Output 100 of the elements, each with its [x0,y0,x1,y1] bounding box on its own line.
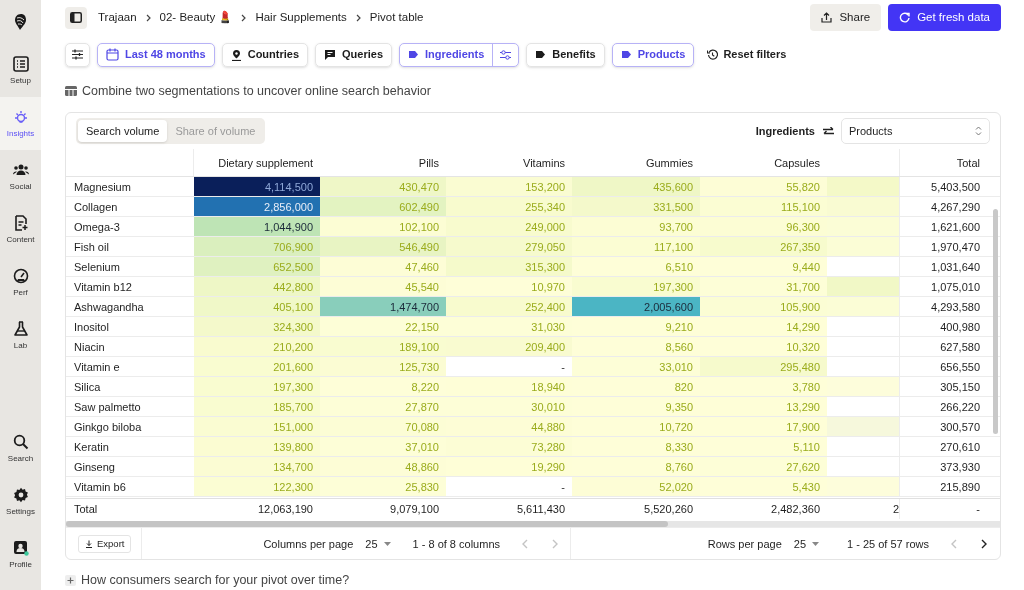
filter-chip[interactable]: Countries [221,42,309,67]
table-cell: 9,210 [572,317,700,337]
column-header[interactable]: Pills [320,154,446,171]
table-cell: 706,900 [194,237,320,257]
table-cell: 27,870 [320,397,446,417]
total-cell-text: 2,482,360 [770,502,821,517]
table-cell: 5,430 [700,477,827,497]
filter-chip[interactable]: Products [611,42,695,67]
table-cell: 10,720 [572,417,700,437]
table-cell: 315,300 [446,257,572,277]
table-cell: 30,010 [446,397,572,417]
table-cell: 6,510 [572,257,700,277]
table-cell: 14,290 [700,317,827,337]
nav-item[interactable]: Content [0,203,41,256]
filter-settings-button[interactable] [65,42,90,67]
total-cell-text: 2 [891,502,899,517]
table-cell: 151,000 [194,417,320,437]
rows-per-page-select[interactable]: 25 [793,535,820,552]
row-header: Magnesium [73,179,132,195]
row-header: Collagen [73,199,119,215]
panel-icon [70,12,82,24]
table-cell: 189,100 [320,337,446,357]
row-header: Keratin [73,439,110,455]
table-icon [65,85,77,96]
dropdown-icon [383,541,391,546]
table-cell: 52,020 [572,477,700,497]
refresh-data-button[interactable]: Get fresh data [888,4,1001,32]
column-header[interactable]: Total [956,154,980,171]
table-cell: 373,930 [899,457,991,477]
nav-item[interactable]: Insights [0,97,41,150]
table-cell: 73,280 [446,437,572,457]
nav-item[interactable]: Profile [0,528,41,581]
total-cell: - [899,499,991,520]
nav-item[interactable]: Social [0,150,41,203]
table-cell: 546,490 [320,237,446,257]
table-cell: 279,050 [446,237,572,257]
breadcrumb-link[interactable]: 02- Beauty 💄 [159,9,233,27]
share-button[interactable]: Share [810,4,882,32]
row-header: Vitamin b12 [73,279,133,295]
table-cell: 266,220 [899,397,991,417]
column-header[interactable]: Capsules [700,154,827,171]
filter-chip[interactable]: Queries [315,42,392,67]
breadcrumb-link[interactable]: Pivot table [369,9,424,27]
nav-item[interactable]: Perf [0,256,41,309]
chevron-left-icon [951,538,957,549]
download-icon [85,539,93,548]
swap-icon[interactable] [823,126,834,136]
table-cell: 117,100 [572,237,700,257]
table-cell: 300,570 [899,417,991,437]
view-tab[interactable]: Search volume [78,120,168,143]
row-header: Saw palmetto [73,399,142,415]
table-cell: 656,550 [899,357,991,377]
columns-dimension-select[interactable]: Products [841,118,990,145]
table-cell: 210,200 [194,337,320,357]
chevron-right-icon [981,538,987,549]
sidebar-toggle-button[interactable] [65,6,87,29]
sliders-icon [72,49,83,60]
filter-chip[interactable]: Last 48 months [97,42,215,67]
table-cell: 252,400 [446,297,572,317]
table-cell: 197,300 [194,377,320,397]
table-cell: 270,610 [899,437,991,457]
filter-chip[interactable]: Benefits [526,42,605,67]
nav-item[interactable]: Lab [0,309,41,362]
table-cell: 22,150 [320,317,446,337]
lightbulb-icon [12,109,29,125]
total-cell-text: 5,520,260 [643,502,694,517]
table-cell: 1,031,640 [899,257,991,277]
section-title: Combine two segmentations to uncover online search behavior [82,82,431,100]
row-header: Silica [73,379,102,395]
table-cell: 19,290 [446,457,572,477]
filter-chip[interactable]: Ingredients [399,42,520,67]
plus-icon [65,575,76,587]
vertical-scrollbar[interactable] [993,209,998,435]
table-cell: 2,005,600 [572,297,700,317]
table-cell: 10,320 [700,337,827,357]
nav-item[interactable]: Setup [0,44,41,97]
reset-filters-button[interactable]: Reset filters [701,46,793,63]
table-cell: 102,100 [320,217,446,237]
table-cell: 627,580 [899,337,991,357]
table-cell: 5,403,500 [899,177,991,197]
column-header[interactable]: Vitamins [446,154,572,171]
export-button[interactable]: Export [78,534,132,553]
document-plus-icon [12,215,29,231]
breadcrumb-link[interactable]: Trajaan [98,9,137,27]
table-cell: 139,800 [194,437,320,457]
nav-item[interactable]: Settings [0,475,41,528]
breadcrumb-link[interactable]: Hair Supplements [255,9,347,27]
horizontal-scrollbar[interactable] [66,521,668,528]
columns-per-page-select[interactable]: 25 [365,535,391,552]
table-cell: 48,860 [320,457,446,477]
nav-item[interactable]: Search [0,422,41,475]
column-header[interactable]: Gummies [572,154,700,171]
next-page-button[interactable] [981,538,987,549]
table-cell: 8,220 [320,377,446,397]
table-cell: 122,300 [194,477,320,497]
table-cell: 47,460 [320,257,446,277]
column-header[interactable]: Dietary supplement [194,154,320,171]
table-cell-text: - [560,479,566,495]
table-cell: 4,267,290 [899,197,991,217]
table-cell: 201,600 [194,357,320,377]
